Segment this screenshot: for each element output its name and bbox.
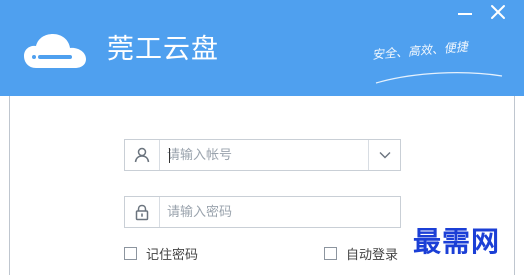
remember-password-checkbox[interactable]	[124, 247, 137, 260]
watermark-text: 最需网	[413, 225, 501, 258]
minimize-icon	[458, 13, 472, 15]
close-icon	[491, 5, 505, 19]
account-dropdown-button[interactable]	[368, 140, 400, 170]
remember-password-option[interactable]: 记住密码	[124, 244, 198, 263]
remember-password-label: 记住密码	[146, 248, 199, 263]
text-caret	[169, 148, 170, 163]
slogan-swoosh	[375, 72, 503, 84]
username-input[interactable]	[167, 140, 363, 170]
user-icon-box	[125, 140, 160, 170]
app-title: 莞工云盘	[107, 34, 219, 65]
login-window: 莞工云盘 安全、高效、便捷 请输入帐号 记住密码 自动登录 最需网	[0, 0, 524, 275]
username-field	[124, 139, 401, 171]
close-button[interactable]	[487, 3, 509, 23]
auto-login-option[interactable]: 自动登录	[324, 244, 398, 263]
password-field	[124, 196, 401, 228]
user-icon	[134, 147, 150, 163]
window-border-left	[9, 96, 10, 275]
lock-icon	[135, 204, 149, 220]
cloud-icon	[24, 34, 86, 68]
lock-icon-box	[125, 197, 160, 227]
auto-login-checkbox[interactable]	[324, 247, 337, 260]
minimize-button[interactable]	[454, 3, 476, 23]
chevron-down-icon	[379, 152, 390, 159]
window-border-right	[514, 96, 515, 275]
auto-login-label: 自动登录	[346, 248, 399, 263]
password-input[interactable]	[167, 197, 393, 227]
